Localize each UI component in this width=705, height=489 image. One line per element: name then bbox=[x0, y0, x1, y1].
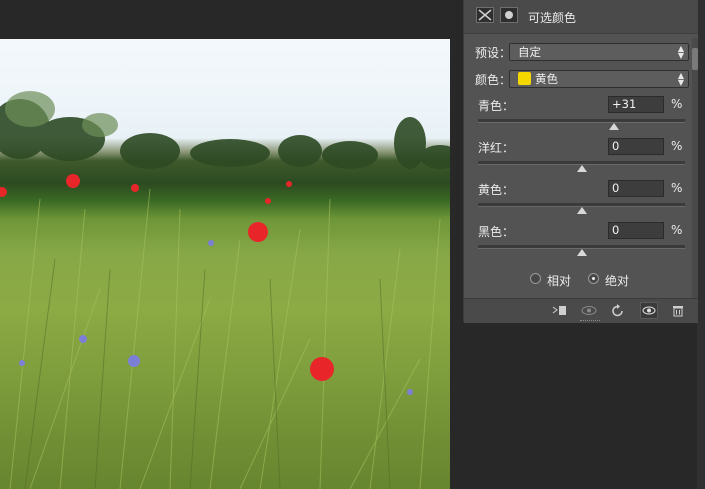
yellow-swatch-icon bbox=[518, 72, 531, 85]
slider-label-black: 黑色： bbox=[478, 225, 515, 239]
panel-title: 可选颜色 bbox=[528, 11, 577, 25]
clip-to-layer-icon[interactable] bbox=[550, 302, 568, 319]
panel-resize-grip[interactable] bbox=[580, 320, 600, 323]
preset-select[interactable]: 自定 ▲ ▼ bbox=[509, 43, 689, 61]
select-arrows-icon: ▲ ▼ bbox=[677, 71, 684, 87]
select-arrows-icon: ▲ ▼ bbox=[677, 44, 684, 60]
slider-label-yellow: 黄色： bbox=[478, 183, 515, 197]
absolute-label: 绝对 bbox=[605, 274, 630, 288]
slider-label-magenta: 洋红： bbox=[478, 141, 515, 155]
colors-select[interactable]: 黄色 ▲ ▼ bbox=[509, 70, 689, 88]
visibility-eye-icon[interactable] bbox=[640, 302, 658, 319]
properties-panel: 可选颜色 预设： 自定 ▲ ▼ 颜色： 黄色 ▲ ▼ 青色： +31 % 洋红： 0… bbox=[463, 0, 698, 323]
panel-scrollbar[interactable] bbox=[692, 38, 698, 312]
workspace-background bbox=[0, 0, 450, 39]
document-canvas-photo[interactable] bbox=[0, 39, 450, 489]
yellow-value-input[interactable]: 0 bbox=[608, 180, 664, 197]
slider-label-cyan: 青色： bbox=[478, 99, 515, 113]
cyan-value-input[interactable]: +31 bbox=[608, 96, 664, 113]
relative-radio[interactable] bbox=[530, 273, 541, 284]
view-previous-icon[interactable] bbox=[580, 302, 598, 319]
delete-trash-icon[interactable] bbox=[669, 302, 687, 319]
layer-mask-icon[interactable] bbox=[500, 7, 518, 23]
percent-unit: % bbox=[671, 139, 683, 153]
preset-value: 自定 bbox=[518, 45, 541, 59]
colors-value: 黄色 bbox=[535, 72, 558, 86]
relative-label: 相对 bbox=[547, 274, 572, 288]
colors-label: 颜色： bbox=[475, 73, 512, 87]
wheat-field-image bbox=[0, 91, 450, 489]
cyan-slider-thumb[interactable] bbox=[608, 123, 619, 130]
panel-header: 可选颜色 bbox=[464, 0, 698, 34]
panel-dock-edge bbox=[697, 0, 705, 489]
percent-unit: % bbox=[671, 181, 683, 195]
percent-unit: % bbox=[671, 97, 683, 111]
black-slider-thumb[interactable] bbox=[576, 249, 587, 256]
panel-scrollbar-thumb[interactable] bbox=[692, 48, 698, 70]
black-value-input[interactable]: 0 bbox=[608, 222, 664, 239]
magenta-slider-thumb[interactable] bbox=[576, 165, 587, 172]
magenta-value-input[interactable]: 0 bbox=[608, 138, 664, 155]
preset-label: 预设： bbox=[475, 46, 512, 60]
reset-icon[interactable] bbox=[609, 302, 627, 319]
absolute-radio[interactable] bbox=[588, 273, 599, 284]
adjustment-icon[interactable] bbox=[476, 7, 494, 23]
yellow-slider-thumb[interactable] bbox=[576, 207, 587, 214]
percent-unit: % bbox=[671, 223, 683, 237]
cyan-slider-track[interactable] bbox=[478, 119, 685, 123]
